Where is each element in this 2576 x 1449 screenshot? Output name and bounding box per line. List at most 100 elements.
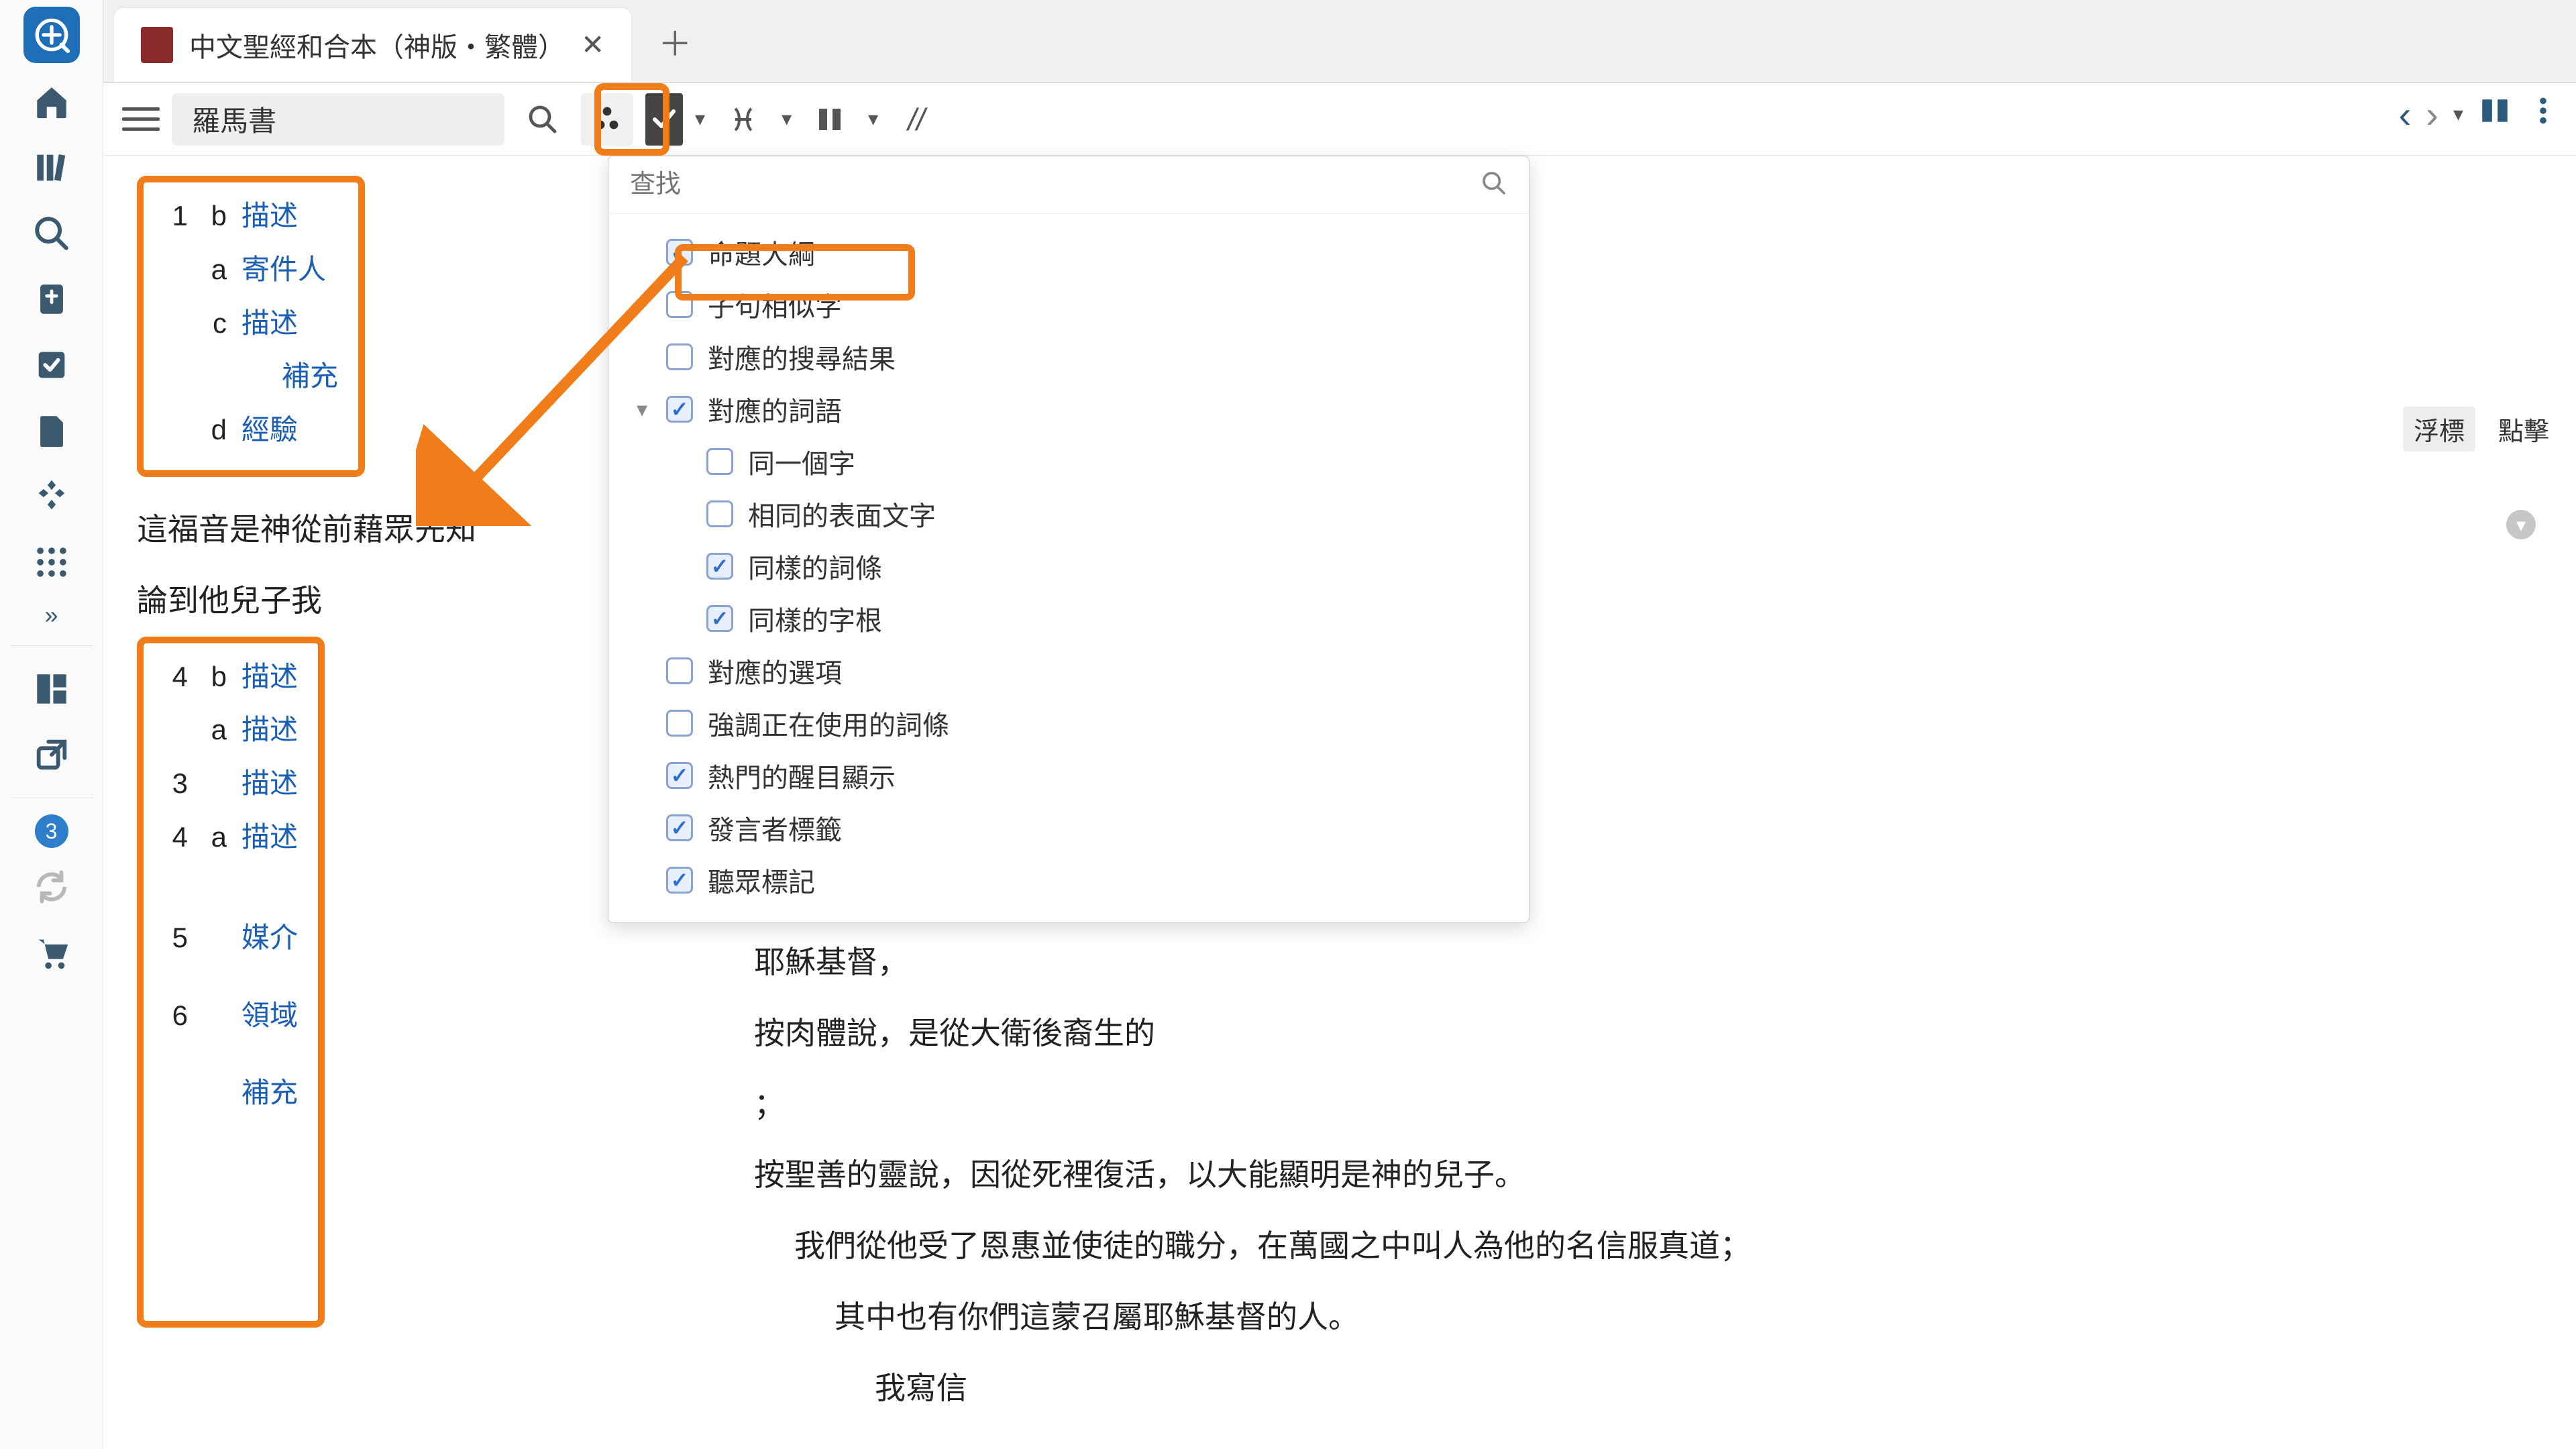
outline-term[interactable]: 補充 xyxy=(241,1066,298,1120)
popup-option[interactable]: 命題大綱 xyxy=(633,226,1505,278)
expand-sidebar-icon[interactable]: » xyxy=(44,601,58,629)
segment-hover[interactable]: 浮標 xyxy=(2403,407,2475,451)
verse-line: ； xyxy=(754,1069,2522,1140)
inline-checkbox-caret[interactable]: ▾ xyxy=(695,107,705,131)
navigation-controls: ‹ › ▾ xyxy=(2399,93,2560,136)
popup-option[interactable]: 發言者標籤 xyxy=(633,802,1505,854)
export-icon[interactable] xyxy=(25,728,78,782)
verse-line: 耶穌基督， xyxy=(754,927,2522,998)
popup-option[interactable]: ▾對應的詞語 xyxy=(633,383,1505,435)
outline-row: 補充 xyxy=(164,1066,298,1120)
checkbox[interactable] xyxy=(666,291,693,318)
outline-term[interactable]: 媒介 xyxy=(241,911,298,965)
checkbox[interactable] xyxy=(706,553,733,580)
popup-option[interactable]: 同樣的詞條 xyxy=(633,540,1505,592)
option-label: 相同的表面文字 xyxy=(748,494,936,533)
document-icon[interactable] xyxy=(25,404,78,458)
popup-option[interactable]: 同一個字 xyxy=(633,435,1505,488)
checkbox[interactable] xyxy=(666,762,693,789)
panel-kebab-icon[interactable] xyxy=(2526,93,2560,136)
outline-term[interactable]: 描述 xyxy=(241,189,298,243)
outline-term[interactable]: 描述 xyxy=(241,703,298,757)
popup-options-list: 命題大綱子句相似字對應的搜尋結果▾對應的詞語同一個字相同的表面文字同樣的詞條同樣… xyxy=(608,214,1529,912)
bible-icon[interactable] xyxy=(25,272,78,326)
checkbox[interactable] xyxy=(706,605,733,632)
location-input[interactable] xyxy=(172,93,504,146)
popup-option[interactable]: 子句相似字 xyxy=(633,278,1505,331)
guide-icon[interactable] xyxy=(25,470,78,523)
columns-caret[interactable]: ▾ xyxy=(868,107,878,131)
option-label: 命題大綱 xyxy=(708,233,815,272)
segment-click[interactable]: 點擊 xyxy=(2498,411,2549,447)
parallel-pane-icon[interactable] xyxy=(2478,93,2512,136)
add-tab-icon[interactable]: ＋ xyxy=(658,17,692,66)
search-in-resource-icon[interactable] xyxy=(517,93,569,146)
popup-search-icon[interactable] xyxy=(1481,170,1507,200)
visual-filters-button[interactable] xyxy=(581,93,633,146)
outline-term[interactable]: 補充 xyxy=(282,350,338,403)
interlinear-caret[interactable]: ▾ xyxy=(782,107,792,131)
outline-term[interactable]: 領域 xyxy=(241,989,298,1042)
checkbox[interactable] xyxy=(666,657,693,684)
popup-option[interactable]: 聽眾標記 xyxy=(633,854,1505,906)
popup-option[interactable]: 熱門的醒目顯示 xyxy=(633,749,1505,802)
popup-option[interactable]: 對應的搜尋結果 xyxy=(633,331,1505,383)
nav-caret[interactable]: ▾ xyxy=(2453,103,2463,126)
outline-term[interactable]: 描述 xyxy=(241,297,298,350)
resource-tab[interactable]: 中文聖經和合本（神版・繁體） ✕ xyxy=(114,8,631,82)
verse-line: 按肉體說，是從大衛後裔生的 xyxy=(754,998,2522,1069)
tab-title: 中文聖經和合本（神版・繁體） xyxy=(189,25,565,64)
checkbox[interactable] xyxy=(666,867,693,894)
checkbox[interactable] xyxy=(666,710,693,737)
outline-term[interactable]: 寄件人 xyxy=(241,243,326,297)
checkbox[interactable] xyxy=(706,500,733,527)
cart-icon[interactable] xyxy=(25,926,78,979)
outline-term[interactable]: 描述 xyxy=(241,650,298,704)
popup-option[interactable]: 對應的選項 xyxy=(633,645,1505,697)
sync-icon[interactable] xyxy=(25,860,78,914)
reading-plan-icon[interactable] xyxy=(25,338,78,392)
home-icon[interactable] xyxy=(25,75,78,129)
outline-term[interactable]: 經驗 xyxy=(241,403,298,457)
interlinear-button[interactable] xyxy=(717,93,769,146)
verse-line: 其中也有你們這蒙召屬耶穌基督的人。 xyxy=(754,1282,2522,1353)
option-label: 子句相似字 xyxy=(708,285,842,324)
popup-more-icon[interactable]: ▾ xyxy=(2479,510,2536,539)
panel-menu-icon[interactable] xyxy=(122,101,160,138)
popup-option[interactable]: 同樣的字根 xyxy=(633,592,1505,645)
outline-row: d經驗 xyxy=(164,403,338,457)
popup-option[interactable]: 強調正在使用的詞條 xyxy=(633,697,1505,749)
outline-term[interactable]: 描述 xyxy=(241,757,298,810)
expand-caret-icon[interactable]: ▾ xyxy=(633,396,651,422)
nav-prev-icon[interactable]: ‹ xyxy=(2399,93,2412,136)
library-icon[interactable] xyxy=(25,141,78,195)
outline-row: a描述 xyxy=(164,703,298,757)
columns-button[interactable] xyxy=(804,93,856,146)
layouts-icon[interactable] xyxy=(25,662,78,716)
checkbox[interactable] xyxy=(666,396,693,423)
option-label: 強調正在使用的詞條 xyxy=(708,704,949,743)
checkbox[interactable] xyxy=(666,814,693,841)
nav-next-icon[interactable]: › xyxy=(2426,93,2438,136)
outline-block-bottom: 4b描述a描述3描述4a描述5媒介6領域補充 xyxy=(137,637,325,1328)
popup-hover-click-segment: 浮標 點擊 xyxy=(2403,407,2549,451)
checkbox[interactable] xyxy=(666,343,693,370)
inline-checkbox-button[interactable] xyxy=(645,93,683,146)
outline-block-top: 1b描述a寄件人c描述補充d經驗 xyxy=(137,176,365,477)
option-label: 同樣的詞條 xyxy=(748,547,882,586)
outline-row: 3描述 xyxy=(164,757,298,810)
checkbox[interactable] xyxy=(666,239,693,266)
tab-close-icon[interactable]: ✕ xyxy=(581,28,604,61)
outline-term[interactable]: 描述 xyxy=(241,810,298,864)
search-icon[interactable] xyxy=(25,207,78,260)
app-logo-icon[interactable] xyxy=(23,7,80,63)
outline-row: 4b描述 xyxy=(164,650,298,704)
formatting-button[interactable]: // xyxy=(890,93,943,146)
outline-row: 1b描述 xyxy=(164,189,338,243)
checkbox[interactable] xyxy=(706,448,733,475)
notifications-badge[interactable]: 3 xyxy=(35,814,68,848)
tools-grid-icon[interactable] xyxy=(25,535,78,589)
visual-filters-popup: 命題大綱子句相似字對應的搜尋結果▾對應的詞語同一個字相同的表面文字同樣的詞條同樣… xyxy=(608,156,1529,923)
popup-option[interactable]: 相同的表面文字 xyxy=(633,488,1505,540)
popup-search-input[interactable] xyxy=(630,170,1471,199)
